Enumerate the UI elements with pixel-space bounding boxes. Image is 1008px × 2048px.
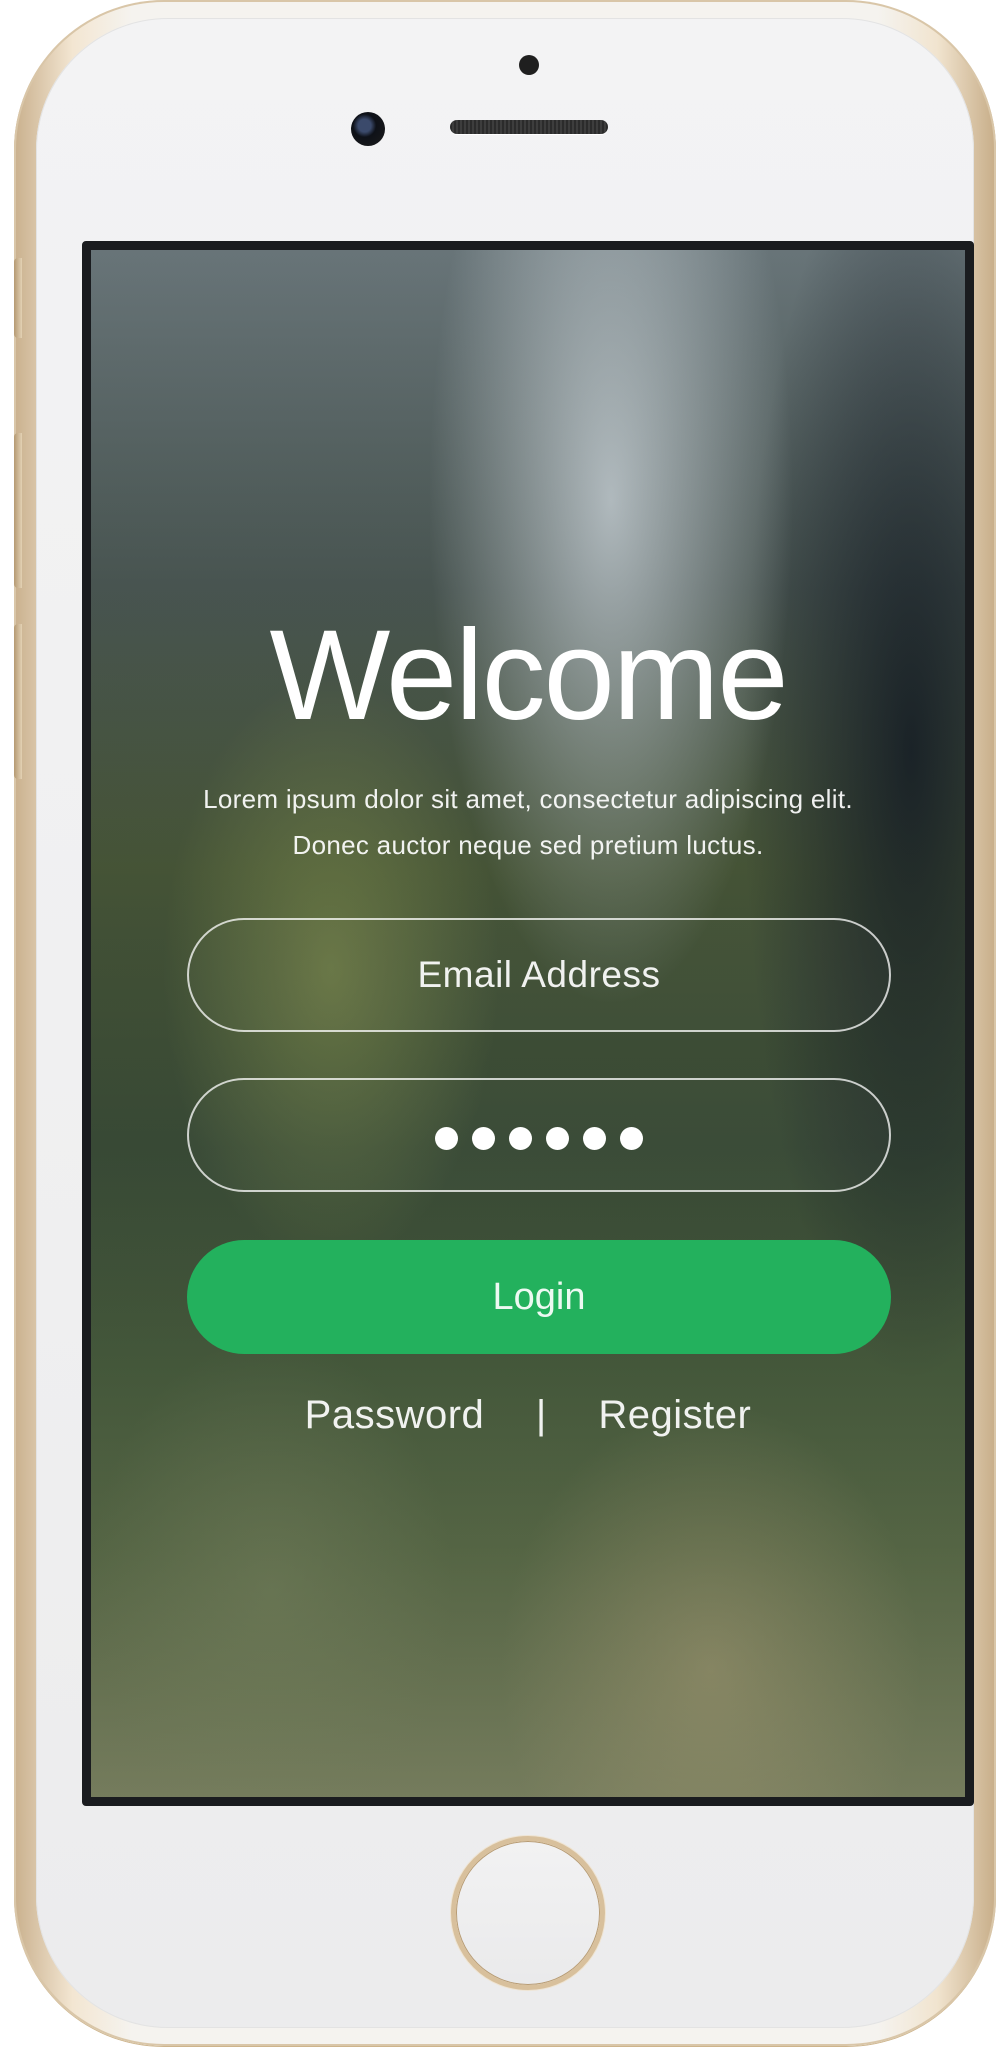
- password-dot: [546, 1126, 569, 1150]
- subtitle-line-2: Donec auctor neque sed pretium luctus.: [292, 830, 764, 860]
- password-dot: [583, 1126, 606, 1150]
- register-link[interactable]: Register: [598, 1390, 751, 1440]
- password-dot: [472, 1126, 495, 1150]
- app-screen: Welcome Lorem ipsum dolor sit amet, cons…: [82, 241, 974, 1806]
- welcome-subtitle: Lorem ipsum dolor sit amet, consectetur …: [121, 776, 935, 868]
- home-button[interactable]: [451, 1836, 605, 1990]
- mute-switch: [14, 258, 22, 338]
- front-sensor-icon: [519, 55, 539, 75]
- password-mask: [428, 1119, 650, 1156]
- email-placeholder: Email Address: [417, 954, 661, 995]
- login-button-label: Login: [492, 1276, 586, 1318]
- subtitle-line-1: Lorem ipsum dolor sit amet, consectetur …: [203, 784, 853, 814]
- forgot-password-link[interactable]: Password: [305, 1390, 485, 1440]
- email-field[interactable]: Email Address: [187, 918, 891, 1032]
- earpiece-speaker: [450, 120, 608, 134]
- welcome-title: Welcome: [269, 604, 788, 747]
- password-dot: [509, 1126, 532, 1150]
- link-separator: |: [535, 1393, 547, 1438]
- password-dot: [620, 1126, 643, 1150]
- password-dot: [435, 1126, 458, 1150]
- password-field[interactable]: [187, 1078, 891, 1192]
- login-button[interactable]: Login: [187, 1240, 891, 1354]
- volume-down-button: [14, 624, 22, 779]
- volume-up-button: [14, 433, 22, 588]
- phone-frame: Welcome Lorem ipsum dolor sit amet, cons…: [14, 0, 996, 2046]
- camera-icon: [351, 112, 385, 146]
- auth-links: Password | Register: [91, 1388, 965, 1440]
